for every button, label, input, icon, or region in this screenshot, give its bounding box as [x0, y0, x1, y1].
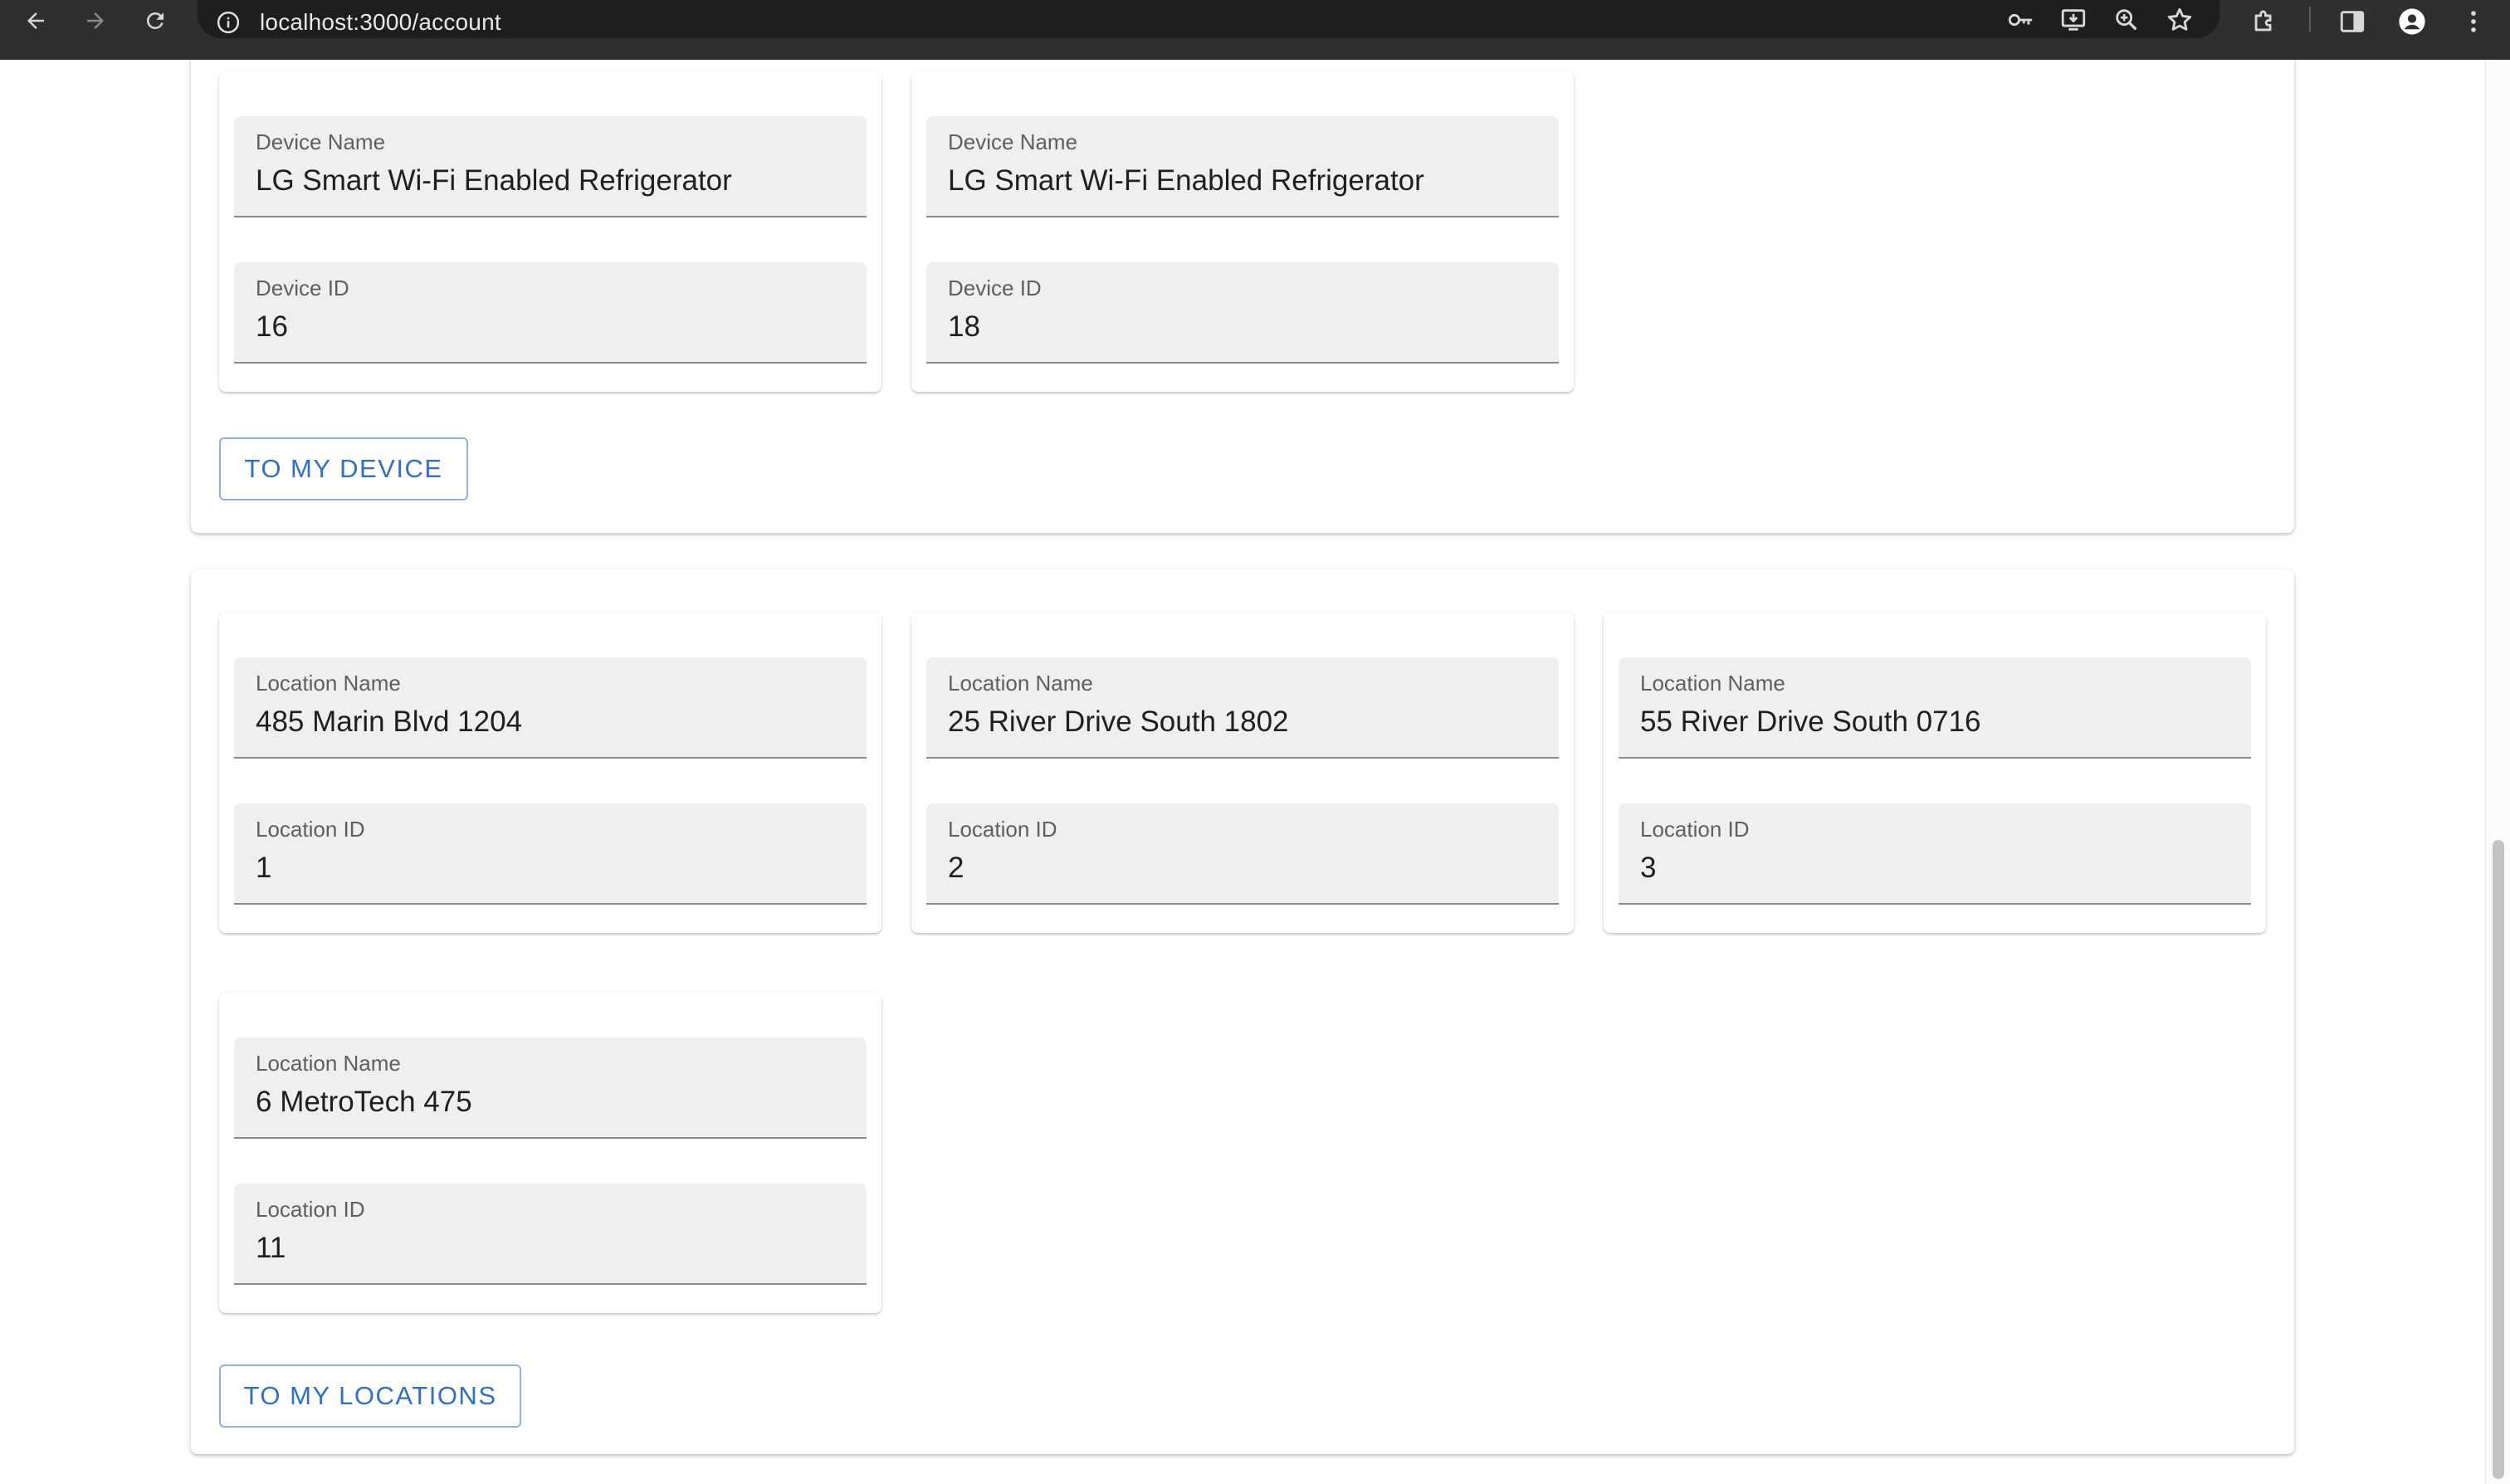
field-label: Location Name: [256, 671, 401, 696]
install-app-icon[interactable]: [2057, 3, 2090, 37]
reload-button[interactable]: [134, 0, 176, 41]
field-value: 485 Marin Blvd 1204: [256, 705, 523, 738]
toolbar-divider: [2309, 7, 2311, 32]
field-label: Location Name: [1640, 671, 1785, 696]
field-label: Location ID: [256, 817, 365, 842]
location-card: Location Name 25 River Drive South 1802 …: [911, 613, 1574, 933]
field-label: Location Name: [948, 671, 1093, 696]
field-label: Location Name: [256, 1051, 401, 1076]
device-name-field[interactable]: Device Name LG Smart Wi-Fi Enabled Refri…: [926, 116, 1559, 217]
location-card: Location Name 6 MetroTech 475 Location I…: [219, 993, 881, 1313]
address-bar[interactable]: localhost:3000/account: [198, 0, 2219, 38]
locations-section: Location Name 485 Marin Blvd 1204 Locati…: [191, 569, 2294, 1454]
field-value: 18: [948, 310, 980, 343]
field-label: Device Name: [948, 129, 1078, 154]
location-name-field[interactable]: Location Name 485 Marin Blvd 1204: [234, 657, 867, 759]
side-panel-icon[interactable]: [2334, 3, 2371, 40]
profile-icon[interactable]: [2394, 3, 2430, 40]
device-id-field[interactable]: Device ID 16: [234, 262, 867, 364]
field-value: 11: [256, 1232, 286, 1264]
to-my-locations-button[interactable]: TO MY LOCATIONS: [219, 1364, 521, 1428]
arrow-right-icon: [87, 12, 104, 29]
location-name-field[interactable]: Location Name 25 River Drive South 1802: [926, 657, 1559, 759]
kebab-menu-icon[interactable]: [2455, 3, 2492, 40]
browser-toolbar: localhost:3000/account: [0, 0, 2510, 60]
location-id-field[interactable]: Location ID 1: [234, 803, 867, 905]
device-name-field[interactable]: Device Name LG Smart Wi-Fi Enabled Refri…: [234, 116, 867, 217]
location-card: Location Name 485 Marin Blvd 1204 Locati…: [219, 613, 881, 933]
field-label: Device Name: [256, 129, 386, 154]
field-value: 25 River Drive South 1802: [948, 705, 1289, 738]
forward-button[interactable]: [75, 0, 116, 41]
key-icon[interactable]: [2004, 3, 2037, 37]
location-id-field[interactable]: Location ID 3: [1619, 803, 2251, 905]
field-value: 1: [256, 852, 272, 884]
field-value: LG Smart Wi-Fi Enabled Refrigerator: [948, 164, 1424, 197]
field-label: Location ID: [948, 817, 1057, 842]
field-value: 2: [948, 852, 964, 884]
field-label: Device ID: [256, 276, 349, 300]
puzzle-icon[interactable]: [2246, 3, 2283, 40]
info-icon[interactable]: [216, 10, 241, 35]
page-viewport: Device Name LG Smart Wi-Fi Enabled Refri…: [0, 60, 2510, 1484]
field-value: 3: [1640, 852, 1657, 884]
location-id-field[interactable]: Location ID 11: [234, 1184, 867, 1285]
device-id-field[interactable]: Device ID 18: [926, 262, 1559, 364]
location-card: Location Name 55 River Drive South 0716 …: [1604, 613, 2266, 933]
devices-section: Device Name LG Smart Wi-Fi Enabled Refri…: [191, 60, 2294, 533]
location-name-field[interactable]: Location Name 55 River Drive South 0716: [1619, 657, 2251, 759]
arrow-left-icon: [27, 12, 44, 29]
field-value: 16: [256, 310, 288, 343]
back-button[interactable]: [15, 0, 56, 41]
field-label: Location ID: [1640, 817, 1750, 842]
field-label: Device ID: [948, 276, 1042, 300]
location-name-field[interactable]: Location Name 6 MetroTech 475: [234, 1037, 867, 1139]
field-value: 55 River Drive South 0716: [1640, 705, 1981, 738]
device-card: Device Name LG Smart Wi-Fi Enabled Refri…: [911, 71, 1574, 392]
scrollbar-thumb[interactable]: [2493, 840, 2504, 1479]
device-card: Device Name LG Smart Wi-Fi Enabled Refri…: [219, 71, 881, 392]
field-value: 6 MetroTech 475: [256, 1086, 472, 1118]
reload-icon: [146, 12, 164, 29]
field-value: LG Smart Wi-Fi Enabled Refrigerator: [256, 164, 732, 197]
url-text[interactable]: localhost:3000/account: [260, 7, 501, 37]
field-label: Location ID: [256, 1197, 365, 1222]
zoom-icon[interactable]: [2110, 3, 2143, 37]
to-my-device-button[interactable]: TO MY DEVICE: [219, 437, 468, 500]
location-id-field[interactable]: Location ID 2: [926, 803, 1559, 905]
star-icon[interactable]: [2163, 3, 2196, 37]
page-scrollbar[interactable]: [2485, 60, 2510, 1484]
